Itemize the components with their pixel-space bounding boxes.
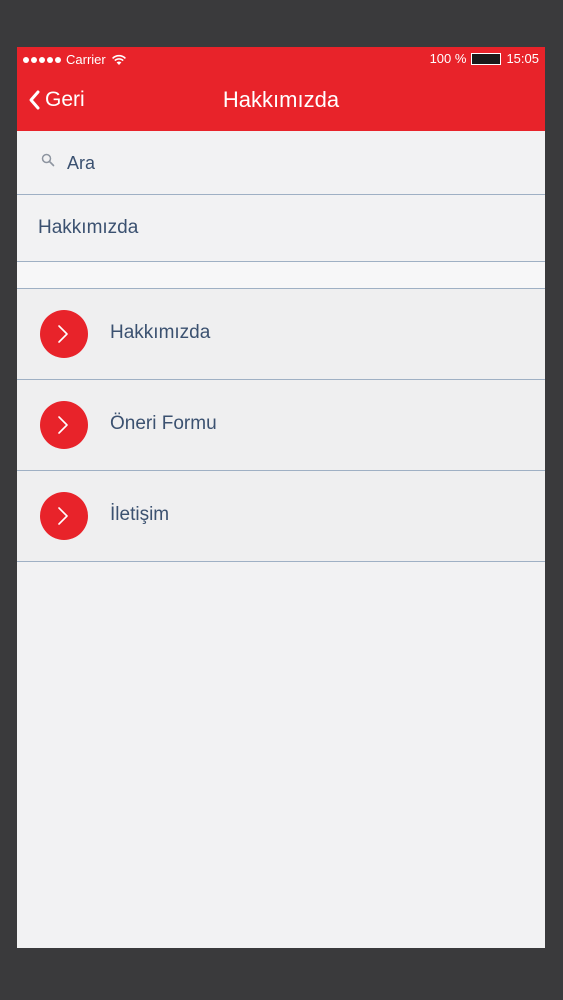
page-title: Hakkımızda xyxy=(222,87,340,112)
section-header: Hakkımızda xyxy=(17,195,545,262)
navigation-bar: Geri Hakkımızda xyxy=(17,71,545,131)
signal-icon xyxy=(23,56,61,63)
list-item-hakkimizda[interactable]: Hakkımızda xyxy=(17,289,545,380)
battery-icon xyxy=(471,52,502,65)
search-icon xyxy=(41,153,55,167)
phone-screen: Carrier 100 % 15:05 Geri Hakkımızda Ara … xyxy=(17,47,545,948)
status-bar-right: 100 % 15:05 xyxy=(430,51,539,66)
wifi-icon xyxy=(111,54,126,65)
chevron-right-icon xyxy=(40,310,88,358)
search-input[interactable] xyxy=(67,151,507,175)
list-item-label: İletişim xyxy=(110,504,170,525)
section-spacer xyxy=(17,262,545,289)
status-bar-left: Carrier xyxy=(23,52,127,67)
menu-list: Hakkımızda Öneri Formu İletişim xyxy=(17,289,545,562)
list-item-label: Öneri Formu xyxy=(110,413,217,434)
section-header-label: Hakkımızda xyxy=(38,217,139,238)
list-item-oneri-formu[interactable]: Öneri Formu xyxy=(17,380,545,471)
search-bar xyxy=(17,131,545,195)
clock: 15:05 xyxy=(506,51,539,66)
list-item-iletisim[interactable]: İletişim xyxy=(17,471,545,562)
chevron-right-icon xyxy=(40,401,88,449)
battery-percent: 100 % xyxy=(429,51,467,66)
carrier-label: Carrier xyxy=(66,52,106,67)
status-bar: Carrier 100 % 15:05 xyxy=(17,47,545,71)
list-item-label: Hakkımızda xyxy=(110,322,211,343)
chevron-right-icon xyxy=(40,492,88,540)
